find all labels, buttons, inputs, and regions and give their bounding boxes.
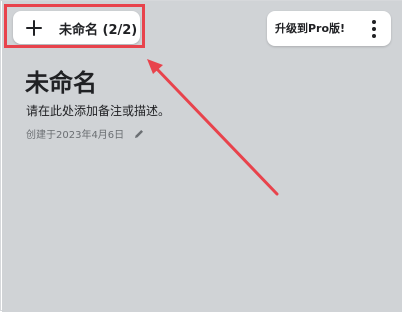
annotation-arrow: [147, 59, 279, 196]
app-window: 未命名 (2/2) 升级到Pro版! 未命名 请在此处添加备注或描述。 创建于2…: [0, 0, 402, 312]
